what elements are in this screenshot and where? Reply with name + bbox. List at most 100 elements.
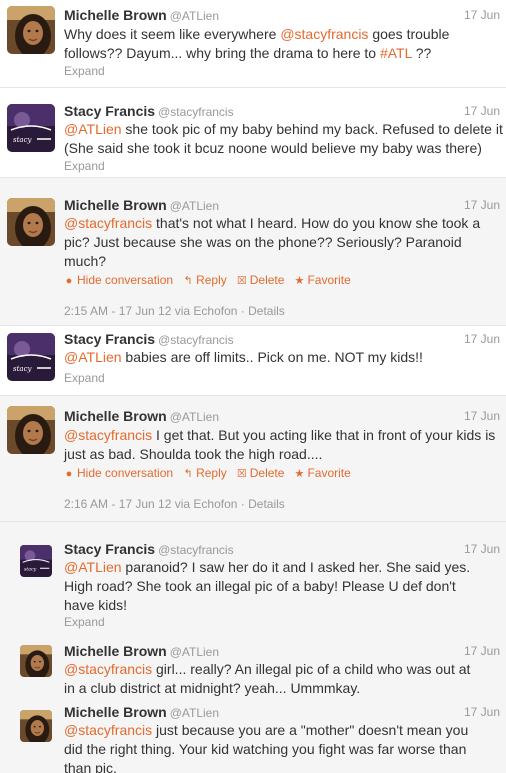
username[interactable]: @ATLien [170,410,219,424]
expand-link[interactable]: Expand [64,614,105,630]
mention-link[interactable]: @ATLien [64,559,122,575]
delete-button[interactable]: ☒ Delete [237,465,285,482]
tweet[interactable]: stacy Stacy Francis @stacyfrancis 17 Jun @AT… [0,88,506,178]
tweet[interactable]: Michelle Brown @ATLien 17 Jun @stacyfrancis… [0,178,506,326]
tweet-date[interactable]: 17 Jun [464,7,500,23]
tweet-text-segment: paranoid? I saw her do it and I asked he… [64,559,471,613]
fullname[interactable]: Michelle Brown [64,704,167,720]
expand-link[interactable]: Expand [64,370,105,386]
tweet-header: Michelle Brown @ATLien [64,704,219,721]
svg-text:stacy: stacy [13,136,32,144]
tweet-timestamp-details[interactable]: 2:15 AM - 17 Jun 12 via Echofon · Detail… [64,303,285,319]
tweet-text-segment: ?? [411,45,432,61]
avatar[interactable]: stacy [7,104,55,152]
tweet-text: @ATLien paranoid? I saw her do it and I … [64,558,484,615]
tweet-header: Stacy Francis @stacyfrancis [64,541,234,558]
tweet[interactable]: Michelle Brown @ATLien 17 Jun Why does it s… [0,0,506,88]
tweet[interactable]: stacy Stacy Francis @stacyfrancis 17 Jun @AT… [0,326,506,396]
tweet-date[interactable]: 17 Jun [464,331,500,347]
mention-link[interactable]: @stacyfrancis [64,215,152,231]
tweet-actions: ● Hide conversation ↰ Reply ☒ Delete ★ Favorite [64,465,361,482]
reply-button[interactable]: ↰ Reply [183,465,227,482]
tweet-text: @stacyfrancis that's not what I heard. H… [64,214,494,271]
tweet-text: @stacyfrancis I get that. But you acting… [64,426,499,464]
fullname[interactable]: Michelle Brown [64,408,167,424]
avatar[interactable] [7,6,55,54]
avatar[interactable] [20,645,52,677]
reply-button-label: Reply [196,466,227,480]
tweet[interactable]: Michelle Brown @ATLien 17 Jun @stacyfrancis… [0,396,506,522]
svg-text:stacy: stacy [24,566,37,572]
mention-link[interactable]: @stacyfrancis [64,722,152,738]
tweet-timestamp-details[interactable]: 2:16 AM - 17 Jun 12 via Echofon · Detail… [64,496,285,512]
mention-link[interactable]: @stacyfrancis [64,427,152,443]
tweet-date[interactable]: 17 Jun [464,408,500,424]
tweet-date[interactable]: 17 Jun [464,704,500,720]
reply-button[interactable]: ↰ Reply [183,272,227,289]
username[interactable]: @ATLien [170,199,219,213]
avatar[interactable] [20,710,52,742]
tweet-header: Stacy Francis @stacyfrancis [64,103,234,120]
tweet-date[interactable]: 17 Jun [464,643,500,659]
tweet[interactable]: stacy Stacy Francis @stacyfrancis 17 Jun @AT… [0,522,506,632]
favorite-button-label: Favorite [307,273,351,287]
tweet[interactable]: Michelle Brown @ATLien 17 Jun @stacyfrancis… [0,632,506,702]
avatar[interactable]: stacy [7,333,55,381]
tweet-header: Michelle Brown @ATLien [64,643,219,660]
favorite-button[interactable]: ★ Favorite [294,465,351,482]
avatar[interactable] [7,406,55,454]
username[interactable]: @ATLien [170,645,219,659]
tweet-text: @stacyfrancis girl... really? An illegal… [64,660,484,698]
fullname[interactable]: Michelle Brown [64,7,167,23]
tweet-text: @ATLien she took pic of my baby behind m… [64,120,504,158]
tweet-header: Michelle Brown @ATLien [64,7,219,24]
avatar[interactable] [7,198,55,246]
tweet-date[interactable]: 17 Jun [464,197,500,213]
mention-link[interactable]: @ATLien [64,121,122,137]
fullname[interactable]: Stacy Francis [64,103,155,119]
username[interactable]: @stacyfrancis [158,333,234,347]
tweet-text: Why does it seem like everywhere @stacyf… [64,25,494,63]
tweet-date[interactable]: 17 Jun [464,103,500,119]
tweet-feed: Michelle Brown @ATLien 17 Jun Why does it s… [0,0,506,773]
expand-link[interactable]: Expand [64,158,105,174]
tweet-text-segment: babies are off limits.. Pick on me. NOT … [121,349,423,365]
star-icon: ★ [294,275,305,287]
avatar[interactable]: stacy [20,545,52,577]
hide-conversation-button[interactable]: ● Hide conversation [64,272,173,289]
fullname[interactable]: Stacy Francis [64,541,155,557]
delete-button-label: Delete [249,466,285,480]
fullname[interactable]: Michelle Brown [64,643,167,659]
trash-icon: ☒ [236,468,247,480]
reply-button-label: Reply [196,273,227,287]
favorite-button[interactable]: ★ Favorite [294,272,351,289]
tweet-text-segment: she took pic of my baby behind my back. … [64,121,503,156]
tweet-text: @stacyfrancis just because you are a "mo… [64,721,484,773]
fullname[interactable]: Stacy Francis [64,331,155,347]
star-icon: ★ [294,468,305,480]
tweet-text-segment: Why does it seem like everywhere [64,26,281,42]
hide-conversation-button[interactable]: ● Hide conversation [64,465,173,482]
tweet-text: @ATLien babies are off limits.. Pick on … [64,348,504,367]
fullname[interactable]: Michelle Brown [64,197,167,213]
svg-text:stacy: stacy [13,365,32,373]
username[interactable]: @ATLien [170,706,219,720]
mention-link[interactable]: @ATLien [64,349,122,365]
username[interactable]: @stacyfrancis [158,543,234,557]
hashtag-link[interactable]: #ATL [380,45,412,61]
trash-icon: ☒ [236,275,247,287]
expand-link[interactable]: Expand [64,63,105,79]
username[interactable]: @stacyfrancis [158,105,234,119]
tweet-header: Michelle Brown @ATLien [64,408,219,425]
mention-link[interactable]: @stacyfrancis [280,26,368,42]
tweet[interactable]: Michelle Brown @ATLien 17 Jun @stacyfrancis… [0,702,506,773]
reply-arrow-icon: ↰ [183,468,193,480]
favorite-button-label: Favorite [307,466,351,480]
username[interactable]: @ATLien [170,9,219,23]
tweet-date[interactable]: 17 Jun [464,541,500,557]
tweet-actions: ● Hide conversation ↰ Reply ☒ Delete ★ Favorite [64,272,361,289]
delete-button[interactable]: ☒ Delete [237,272,285,289]
mention-link[interactable]: @stacyfrancis [64,661,152,677]
speech-bubble-icon: ● [65,468,73,480]
reply-arrow-icon: ↰ [183,275,193,287]
